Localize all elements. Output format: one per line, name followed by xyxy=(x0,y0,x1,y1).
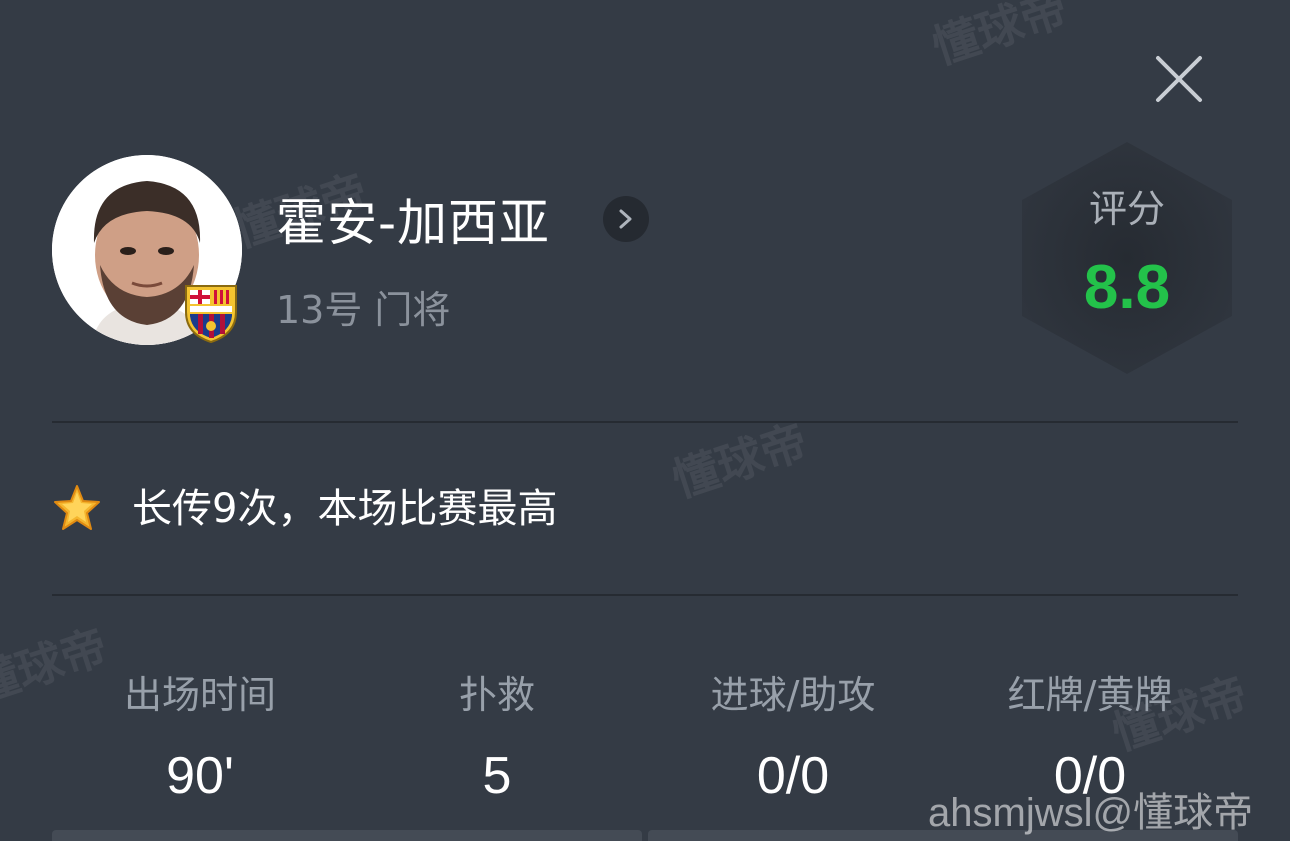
stat-label: 出场时间 xyxy=(123,673,276,717)
stat-label: 进球/助攻 xyxy=(710,673,876,717)
watermark-credit: ahsmjwsl@懂球帝 xyxy=(928,791,1254,835)
stat-goals-assists: 进球/助攻 0/0 xyxy=(645,666,941,808)
watermark: 懂球帝 xyxy=(925,0,1074,75)
fcb-crest-icon xyxy=(182,282,240,344)
stat-value: 5 xyxy=(482,747,512,805)
stat-saves: 扑救 5 xyxy=(349,666,645,808)
highlight-text: 长传9次，本场比赛最高 xyxy=(132,486,558,532)
player-name[interactable]: 霍安-加西亚 xyxy=(276,190,550,256)
divider xyxy=(52,421,1238,423)
tab-edge xyxy=(52,830,642,841)
rating-value: 8.8 xyxy=(1083,253,1171,322)
divider xyxy=(52,594,1238,596)
star-icon xyxy=(52,484,102,532)
rating-label: 评分 xyxy=(1088,187,1165,231)
player-number-position: 13号 门将 xyxy=(276,288,451,332)
player-detail-button[interactable] xyxy=(603,196,649,242)
stat-value: 90' xyxy=(166,747,234,805)
close-button[interactable] xyxy=(1152,52,1206,106)
chevron-right-icon xyxy=(619,209,632,229)
close-icon xyxy=(1156,56,1202,102)
stat-label: 扑救 xyxy=(458,673,535,717)
stat-minutes: 出场时间 90' xyxy=(52,666,348,808)
stat-value: 0/0 xyxy=(756,747,830,805)
stat-label: 红牌/黄牌 xyxy=(1007,673,1173,717)
